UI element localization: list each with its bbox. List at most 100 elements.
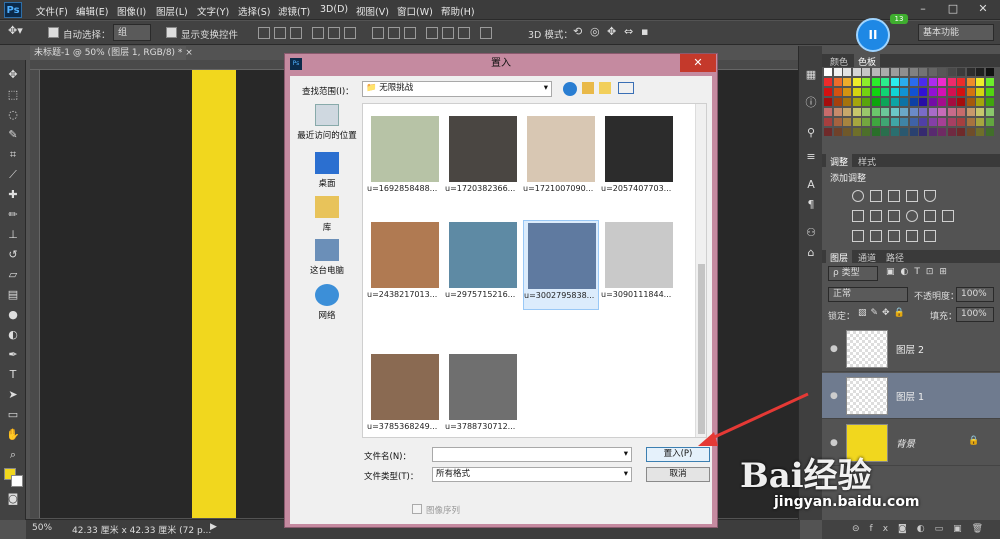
swatch[interactable] bbox=[947, 68, 956, 76]
swatch[interactable] bbox=[909, 118, 918, 126]
tab-swatches[interactable]: 色板 bbox=[854, 54, 881, 69]
distribute-vcenter-icon[interactable] bbox=[388, 27, 400, 39]
swatch[interactable] bbox=[824, 78, 832, 86]
lock-icons[interactable]: ▨✎✥🔒 bbox=[858, 308, 909, 318]
file-item[interactable]: u=2438217013... bbox=[367, 220, 443, 310]
brush-panel-icon[interactable]: ⚲ bbox=[804, 126, 818, 140]
close-window-button[interactable]: ✕ bbox=[968, 0, 998, 18]
file-item[interactable]: u=2057407703... bbox=[601, 114, 677, 204]
healing-tool-icon[interactable]: ✚ bbox=[6, 188, 20, 202]
swatch[interactable] bbox=[824, 128, 832, 136]
swatch[interactable] bbox=[900, 118, 908, 126]
menu-help[interactable]: 帮助(H) bbox=[441, 4, 475, 18]
swatch[interactable] bbox=[871, 108, 880, 116]
file-item[interactable]: u=3090111844... bbox=[601, 220, 677, 310]
document-canvas[interactable] bbox=[192, 70, 236, 518]
swatch[interactable] bbox=[919, 98, 927, 106]
auto-select-dropdown[interactable]: 组 bbox=[113, 24, 151, 41]
background-color-swatch[interactable] bbox=[11, 475, 23, 487]
swatch[interactable] bbox=[871, 88, 880, 96]
file-list-scrollbar[interactable] bbox=[695, 104, 706, 437]
tab-layers[interactable]: 图层 bbox=[826, 250, 853, 265]
file-list[interactable]: u=1692858488... u=1720382366... u=172100… bbox=[362, 103, 707, 438]
swatch[interactable] bbox=[862, 78, 870, 86]
type-tool-icon[interactable]: T bbox=[6, 368, 20, 382]
swatch[interactable] bbox=[919, 68, 927, 76]
character-panel-icon[interactable]: A bbox=[804, 178, 818, 192]
channel-mixer-icon[interactable] bbox=[924, 210, 936, 222]
black-white-icon[interactable] bbox=[888, 210, 900, 222]
swatch[interactable] bbox=[824, 118, 832, 126]
opacity-input[interactable]: 100% bbox=[956, 287, 994, 302]
3d-roll-icon[interactable]: ◎ bbox=[590, 25, 600, 38]
layer-kind-filter[interactable]: ρ 类型 bbox=[828, 266, 878, 281]
swatch[interactable] bbox=[833, 78, 842, 86]
swatch[interactable] bbox=[957, 68, 965, 76]
blend-mode-dropdown[interactable]: 正常 bbox=[828, 287, 908, 302]
color-lookup-icon[interactable] bbox=[942, 210, 954, 222]
document-tab[interactable]: 未标题-1 @ 50% (图层 1, RGB/8) * × bbox=[30, 46, 193, 60]
swatch[interactable] bbox=[881, 78, 889, 86]
minimize-button[interactable]: – bbox=[908, 0, 938, 18]
levels-icon[interactable] bbox=[870, 190, 882, 202]
swatch[interactable] bbox=[938, 78, 946, 86]
swatch[interactable] bbox=[824, 88, 832, 96]
vibrance-icon[interactable] bbox=[924, 190, 936, 202]
swatch[interactable] bbox=[957, 78, 965, 86]
file-item[interactable]: u=3788730712... bbox=[445, 352, 521, 437]
swatch[interactable] bbox=[966, 98, 975, 106]
swatch[interactable] bbox=[852, 108, 861, 116]
align-right-icon[interactable] bbox=[344, 27, 356, 39]
zoom-tool-icon[interactable]: ⌕ bbox=[6, 448, 20, 462]
menu-edit[interactable]: 编辑(E) bbox=[76, 4, 108, 18]
3d-rotate-icon[interactable]: ⟲ bbox=[573, 25, 582, 38]
file-item[interactable]: u=1692858488... bbox=[367, 114, 443, 204]
up-folder-icon[interactable] bbox=[582, 82, 594, 94]
swatch[interactable] bbox=[938, 68, 946, 76]
brush-presets-icon[interactable]: ≡ bbox=[804, 150, 818, 164]
swatch[interactable] bbox=[833, 118, 842, 126]
file-item[interactable]: u=1720382366... bbox=[445, 114, 521, 204]
eraser-tool-icon[interactable]: ▱ bbox=[6, 268, 20, 282]
gradient-tool-icon[interactable]: ▤ bbox=[6, 288, 20, 302]
swatch[interactable] bbox=[938, 108, 946, 116]
shape-tool-icon[interactable]: ▭ bbox=[6, 408, 20, 422]
stamp-tool-icon[interactable]: ⊥ bbox=[6, 228, 20, 242]
swatch[interactable] bbox=[938, 128, 946, 136]
swatch[interactable] bbox=[900, 128, 908, 136]
swatch[interactable] bbox=[976, 118, 984, 126]
layers-footer-icons[interactable]: ⊝fx◙◐▭▣🗑 bbox=[822, 520, 1000, 539]
color-balance-icon[interactable] bbox=[870, 210, 882, 222]
filename-input[interactable]: ▾ bbox=[432, 447, 632, 462]
swatch[interactable] bbox=[852, 68, 861, 76]
align-bottom-icon[interactable] bbox=[290, 27, 302, 39]
swatch[interactable] bbox=[909, 98, 918, 106]
swatch[interactable] bbox=[890, 98, 899, 106]
marquee-tool-icon[interactable]: ⬚ bbox=[6, 88, 20, 102]
place-network[interactable]: 网络 bbox=[294, 284, 360, 321]
swatch[interactable] bbox=[852, 88, 861, 96]
swatch[interactable] bbox=[900, 108, 908, 116]
eye-icon[interactable]: ● bbox=[830, 391, 838, 401]
swatch[interactable] bbox=[909, 128, 918, 136]
swatch[interactable] bbox=[833, 128, 842, 136]
swatch[interactable] bbox=[957, 108, 965, 116]
swatch[interactable] bbox=[976, 78, 984, 86]
exposure-icon[interactable] bbox=[906, 190, 918, 202]
brightness-icon[interactable] bbox=[852, 190, 864, 202]
swatch[interactable] bbox=[852, 118, 861, 126]
menu-3d[interactable]: 3D(D) bbox=[320, 4, 348, 15]
swatch[interactable] bbox=[966, 108, 975, 116]
tab-channels[interactable]: 通道 bbox=[854, 250, 880, 265]
brush-tool-icon[interactable]: ✏ bbox=[6, 208, 20, 222]
swatch[interactable] bbox=[985, 68, 994, 76]
align-vcenter-icon[interactable] bbox=[274, 27, 286, 39]
swatch[interactable] bbox=[871, 118, 880, 126]
paragraph-panel-icon[interactable]: ¶ bbox=[804, 198, 818, 212]
cancel-button[interactable]: 取消 bbox=[646, 467, 710, 482]
status-arrow-icon[interactable]: ▶ bbox=[210, 522, 217, 532]
swatch[interactable] bbox=[881, 128, 889, 136]
swatch[interactable] bbox=[909, 88, 918, 96]
swatch[interactable] bbox=[938, 98, 946, 106]
menu-type[interactable]: 文字(Y) bbox=[197, 4, 229, 18]
